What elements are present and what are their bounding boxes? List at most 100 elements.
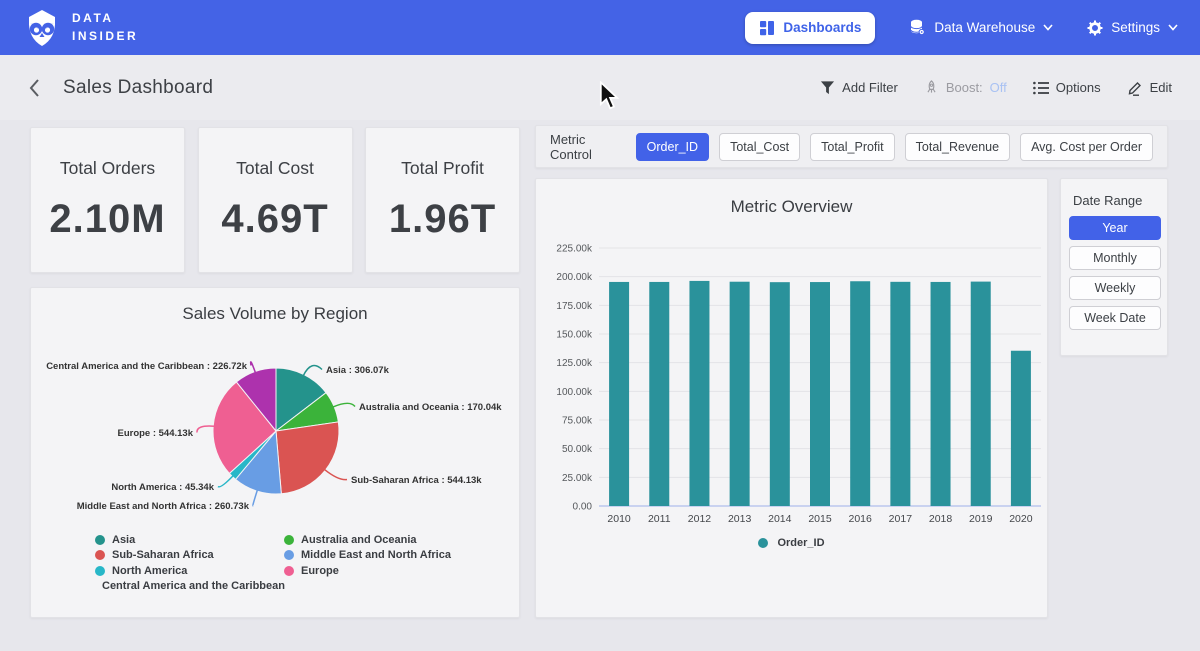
add-filter-button[interactable]: Add Filter	[820, 80, 898, 95]
pie-legend-item: Asia	[95, 532, 284, 548]
nav-settings-label: Settings	[1111, 20, 1160, 35]
date-range-label: Date Range	[1073, 193, 1159, 208]
edit-button[interactable]: Edit	[1127, 80, 1172, 96]
bar-chart-card: Metric Overview 225.00k200.00k175.00k150…	[535, 178, 1048, 618]
brand-text: DATA INSIDER	[72, 10, 138, 45]
pie-legend: Asia Sub-Saharan Africa North America Centr…	[95, 532, 451, 594]
metric-option-total-revenue[interactable]: Total_Revenue	[905, 133, 1010, 161]
bar-2017	[890, 282, 910, 506]
pie-chart-title: Sales Volume by Region	[31, 288, 519, 324]
svg-text:2014: 2014	[768, 513, 792, 525]
bar-2012	[689, 281, 709, 506]
svg-text:Australia and Oceania : 170.04: Australia and Oceania : 170.04k	[359, 402, 502, 413]
boost-state: Off	[990, 80, 1007, 95]
legend-label: Central America and the Caribbean	[102, 580, 285, 592]
legend-label: Middle East and North Africa	[301, 549, 451, 561]
metric-option-avg-cost-per-order[interactable]: Avg. Cost per Order	[1020, 133, 1153, 161]
svg-text:75.00k: 75.00k	[562, 416, 593, 427]
svg-text:2019: 2019	[969, 513, 993, 525]
legend-dot	[284, 535, 294, 545]
pie-legend-item: Europe	[284, 563, 451, 579]
kpi-label: Total Profit	[401, 158, 484, 179]
top-navbar: DATA INSIDER Dashboards Data Warehouse	[0, 0, 1200, 55]
svg-text:Sub-Saharan Africa : 544.13k: Sub-Saharan Africa : 544.13k	[351, 475, 482, 486]
legend-label: Australia and Oceania	[301, 534, 417, 546]
pie-legend-item: Central America and the Caribbean	[95, 579, 284, 595]
svg-text:225.00k: 225.00k	[556, 244, 593, 255]
bar-2013	[730, 282, 750, 506]
pie-legend-item: Sub-Saharan Africa	[95, 548, 284, 564]
bar-2016	[850, 281, 870, 506]
pie-chart-card: Sales Volume by Region Asia : 306.07k Aus…	[30, 287, 520, 618]
metric-option-order-id[interactable]: Order_ID	[636, 133, 709, 161]
svg-text:Asia : 306.07k: Asia : 306.07k	[326, 365, 390, 376]
svg-text:25.00k: 25.00k	[562, 473, 593, 484]
kpi-card: Total Cost 4.69T	[198, 127, 353, 273]
rocket-icon	[924, 80, 939, 95]
filter-funnel-icon	[820, 80, 835, 95]
back-button[interactable]	[28, 78, 41, 98]
kpi-label: Total Cost	[236, 158, 314, 179]
gear-icon	[1087, 20, 1103, 36]
bar-2014	[770, 282, 790, 506]
date-range-option-year[interactable]: Year	[1069, 216, 1161, 240]
svg-text:2011: 2011	[648, 513, 671, 525]
date-range-option-weekly[interactable]: Weekly	[1069, 276, 1161, 300]
pie-chart: Asia : 306.07k Australia and Oceania : 17…	[31, 333, 521, 533]
date-range-card: Date Range Year Monthly Weekly Week Date	[1060, 178, 1168, 356]
svg-text:175.00k: 175.00k	[556, 301, 593, 312]
svg-text:2013: 2013	[728, 513, 752, 525]
svg-text:2018: 2018	[929, 513, 953, 525]
date-range-option-monthly[interactable]: Monthly	[1069, 246, 1161, 270]
nav-dashboards-label: Dashboards	[783, 20, 861, 35]
pie-legend-item: Middle East and North Africa	[284, 548, 451, 564]
options-button[interactable]: Options	[1033, 80, 1101, 95]
legend-label: Asia	[112, 534, 135, 546]
nav-dashboards-button[interactable]: Dashboards	[745, 12, 875, 44]
legend-label: Sub-Saharan Africa	[112, 549, 214, 561]
legend-dot	[758, 538, 768, 548]
svg-text:Central America and the Caribb: Central America and the Caribbean : 226.…	[46, 361, 248, 372]
legend-dot	[95, 535, 105, 545]
legend-label: North America	[112, 565, 187, 577]
pie-legend-item: North America	[95, 563, 284, 579]
boost-toggle[interactable]: Boost: Off	[924, 80, 1007, 95]
svg-text:2020: 2020	[1009, 513, 1033, 525]
legend-label: Order_ID	[777, 537, 824, 549]
metric-control-label: Metric Control	[550, 132, 622, 162]
chevron-down-icon	[1168, 24, 1178, 31]
legend-label: Europe	[301, 565, 339, 577]
dashboards-grid-icon	[759, 20, 775, 36]
svg-text:Middle East and North Africa :: Middle East and North Africa : 260.73k	[77, 501, 250, 512]
metric-control-strip: Metric Control Order_ID Total_Cost Total_P…	[535, 125, 1168, 168]
chevron-down-icon	[1043, 24, 1053, 31]
svg-text:North America : 45.34k: North America : 45.34k	[111, 482, 214, 493]
svg-text:100.00k: 100.00k	[556, 387, 593, 398]
bar-2018	[931, 282, 951, 506]
bar-chart-title: Metric Overview	[536, 179, 1047, 217]
database-icon	[909, 19, 926, 36]
date-range-option-week-date[interactable]: Week Date	[1069, 306, 1161, 330]
metric-option-total-profit[interactable]: Total_Profit	[810, 133, 895, 161]
bar-2011	[649, 282, 669, 506]
metric-option-total-cost[interactable]: Total_Cost	[719, 133, 800, 161]
bar-2010	[609, 282, 629, 506]
nav-data-warehouse-button[interactable]: Data Warehouse	[909, 19, 1053, 36]
legend-dot	[284, 550, 294, 560]
kpi-card: Total Orders 2.10M	[30, 127, 185, 273]
kpi-value: 2.10M	[49, 197, 165, 242]
kpi-value: 4.69T	[221, 197, 328, 242]
svg-text:50.00k: 50.00k	[562, 444, 593, 455]
nav-settings-button[interactable]: Settings	[1087, 20, 1178, 36]
bar-2015	[810, 282, 830, 506]
svg-text:2010: 2010	[607, 513, 631, 525]
brand[interactable]: DATA INSIDER	[22, 8, 138, 48]
svg-text:2016: 2016	[849, 513, 873, 525]
pie-slice-2	[276, 422, 339, 494]
options-list-icon	[1033, 81, 1049, 95]
bar-chart: 225.00k200.00k175.00k150.00k125.00k100.0…	[536, 219, 1047, 529]
svg-text:2015: 2015	[808, 513, 832, 525]
legend-dot	[95, 550, 105, 560]
nav-data-warehouse-label: Data Warehouse	[934, 20, 1035, 35]
kpi-card: Total Profit 1.96T	[365, 127, 520, 273]
